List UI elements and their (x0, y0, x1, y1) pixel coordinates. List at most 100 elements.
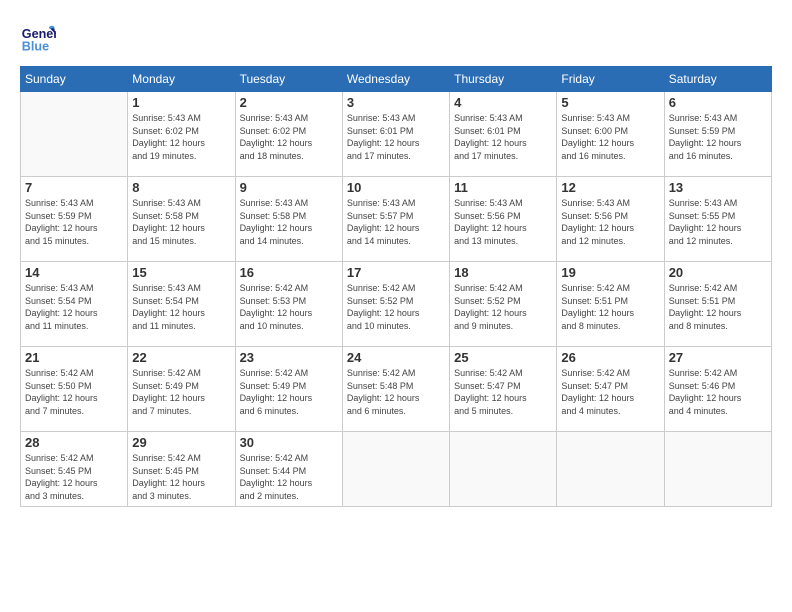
day-info: Sunrise: 5:43 AM Sunset: 6:00 PM Dayligh… (561, 112, 659, 162)
day-info: Sunrise: 5:42 AM Sunset: 5:45 PM Dayligh… (25, 452, 123, 502)
calendar-cell: 17Sunrise: 5:42 AM Sunset: 5:52 PM Dayli… (342, 262, 449, 347)
calendar-week-row: 21Sunrise: 5:42 AM Sunset: 5:50 PM Dayli… (21, 347, 772, 432)
calendar-cell: 8 Sunrise: 5:43 AM Sunset: 5:58 PM Daylig… (128, 177, 235, 262)
calendar-week-row: 14 Sunrise: 5:43 AM Sunset: 5:54 PM Dayli… (21, 262, 772, 347)
weekday-header: Tuesday (235, 67, 342, 92)
day-info: Sunrise: 5:42 AM Sunset: 5:47 PM Dayligh… (454, 367, 552, 417)
calendar-cell: 15 Sunrise: 5:43 AM Sunset: 5:54 PM Dayli… (128, 262, 235, 347)
calendar-week-row: 28 Sunrise: 5:42 AM Sunset: 5:45 PM Dayli… (21, 432, 772, 507)
day-number: 6 (669, 95, 767, 110)
calendar-cell: 23Sunrise: 5:42 AM Sunset: 5:49 PM Dayli… (235, 347, 342, 432)
calendar-cell: 29Sunrise: 5:42 AM Sunset: 5:45 PM Dayli… (128, 432, 235, 507)
day-number: 19 (561, 265, 659, 280)
day-number: 22 (132, 350, 230, 365)
calendar-cell: 20 Sunrise: 5:42 AM Sunset: 5:51 PM Dayli… (664, 262, 771, 347)
day-info: Sunrise: 5:42 AM Sunset: 5:49 PM Dayligh… (132, 367, 230, 417)
day-number: 11 (454, 180, 552, 195)
day-number: 5 (561, 95, 659, 110)
calendar-cell (342, 432, 449, 507)
day-number: 16 (240, 265, 338, 280)
day-number: 18 (454, 265, 552, 280)
calendar-cell: 1Sunrise: 5:43 AM Sunset: 6:02 PM Daylig… (128, 92, 235, 177)
weekday-header: Sunday (21, 67, 128, 92)
svg-text:Blue: Blue (22, 40, 49, 54)
day-number: 28 (25, 435, 123, 450)
day-info: Sunrise: 5:43 AM Sunset: 6:01 PM Dayligh… (347, 112, 445, 162)
day-number: 14 (25, 265, 123, 280)
day-info: Sunrise: 5:43 AM Sunset: 5:54 PM Dayligh… (132, 282, 230, 332)
day-number: 26 (561, 350, 659, 365)
calendar-cell: 12 Sunrise: 5:43 AM Sunset: 5:56 PM Dayli… (557, 177, 664, 262)
calendar-cell (557, 432, 664, 507)
day-number: 3 (347, 95, 445, 110)
calendar-header: SundayMondayTuesdayWednesdayThursdayFrid… (21, 67, 772, 92)
calendar-week-row: 1Sunrise: 5:43 AM Sunset: 6:02 PM Daylig… (21, 92, 772, 177)
calendar-cell: 9 Sunrise: 5:43 AM Sunset: 5:58 PM Daylig… (235, 177, 342, 262)
day-number: 10 (347, 180, 445, 195)
day-info: Sunrise: 5:43 AM Sunset: 5:56 PM Dayligh… (561, 197, 659, 247)
weekday-header: Friday (557, 67, 664, 92)
calendar-cell: 3 Sunrise: 5:43 AM Sunset: 6:01 PM Daylig… (342, 92, 449, 177)
day-number: 12 (561, 180, 659, 195)
weekday-header: Thursday (450, 67, 557, 92)
day-info: Sunrise: 5:42 AM Sunset: 5:46 PM Dayligh… (669, 367, 767, 417)
calendar-cell: 21Sunrise: 5:42 AM Sunset: 5:50 PM Dayli… (21, 347, 128, 432)
day-number: 25 (454, 350, 552, 365)
day-number: 20 (669, 265, 767, 280)
day-info: Sunrise: 5:43 AM Sunset: 5:56 PM Dayligh… (454, 197, 552, 247)
calendar-cell: 22 Sunrise: 5:42 AM Sunset: 5:49 PM Dayli… (128, 347, 235, 432)
logo: General Blue (20, 20, 56, 56)
day-info: Sunrise: 5:42 AM Sunset: 5:51 PM Dayligh… (561, 282, 659, 332)
calendar-cell: 14 Sunrise: 5:43 AM Sunset: 5:54 PM Dayli… (21, 262, 128, 347)
day-info: Sunrise: 5:42 AM Sunset: 5:49 PM Dayligh… (240, 367, 338, 417)
day-number: 21 (25, 350, 123, 365)
calendar-cell: 30 Sunrise: 5:42 AM Sunset: 5:44 PM Dayli… (235, 432, 342, 507)
day-number: 24 (347, 350, 445, 365)
day-info: Sunrise: 5:43 AM Sunset: 5:59 PM Dayligh… (25, 197, 123, 247)
day-info: Sunrise: 5:42 AM Sunset: 5:53 PM Dayligh… (240, 282, 338, 332)
day-info: Sunrise: 5:43 AM Sunset: 5:58 PM Dayligh… (240, 197, 338, 247)
calendar-cell: 27Sunrise: 5:42 AM Sunset: 5:46 PM Dayli… (664, 347, 771, 432)
calendar-cell: 4 Sunrise: 5:43 AM Sunset: 6:01 PM Daylig… (450, 92, 557, 177)
day-info: Sunrise: 5:43 AM Sunset: 6:02 PM Dayligh… (132, 112, 230, 162)
calendar-cell: 11 Sunrise: 5:43 AM Sunset: 5:56 PM Dayli… (450, 177, 557, 262)
day-info: Sunrise: 5:42 AM Sunset: 5:47 PM Dayligh… (561, 367, 659, 417)
calendar-cell: 18Sunrise: 5:42 AM Sunset: 5:52 PM Dayli… (450, 262, 557, 347)
day-info: Sunrise: 5:43 AM Sunset: 6:01 PM Dayligh… (454, 112, 552, 162)
calendar-cell: 7Sunrise: 5:43 AM Sunset: 5:59 PM Daylig… (21, 177, 128, 262)
calendar-cell: 13Sunrise: 5:43 AM Sunset: 5:55 PM Dayli… (664, 177, 771, 262)
weekday-header: Saturday (664, 67, 771, 92)
calendar-cell (450, 432, 557, 507)
day-info: Sunrise: 5:42 AM Sunset: 5:52 PM Dayligh… (347, 282, 445, 332)
day-info: Sunrise: 5:42 AM Sunset: 5:45 PM Dayligh… (132, 452, 230, 502)
page-header: General Blue (20, 20, 772, 56)
day-number: 4 (454, 95, 552, 110)
day-number: 2 (240, 95, 338, 110)
calendar: SundayMondayTuesdayWednesdayThursdayFrid… (20, 66, 772, 507)
calendar-cell: 28 Sunrise: 5:42 AM Sunset: 5:45 PM Dayli… (21, 432, 128, 507)
day-number: 8 (132, 180, 230, 195)
calendar-cell (664, 432, 771, 507)
weekday-header: Wednesday (342, 67, 449, 92)
calendar-cell: 24 Sunrise: 5:42 AM Sunset: 5:48 PM Dayli… (342, 347, 449, 432)
day-info: Sunrise: 5:43 AM Sunset: 5:54 PM Dayligh… (25, 282, 123, 332)
calendar-cell: 25 Sunrise: 5:42 AM Sunset: 5:47 PM Dayli… (450, 347, 557, 432)
day-number: 9 (240, 180, 338, 195)
calendar-cell: 5 Sunrise: 5:43 AM Sunset: 6:00 PM Daylig… (557, 92, 664, 177)
day-info: Sunrise: 5:43 AM Sunset: 5:57 PM Dayligh… (347, 197, 445, 247)
calendar-cell: 6 Sunrise: 5:43 AM Sunset: 5:59 PM Daylig… (664, 92, 771, 177)
day-number: 30 (240, 435, 338, 450)
calendar-cell: 16 Sunrise: 5:42 AM Sunset: 5:53 PM Dayli… (235, 262, 342, 347)
day-info: Sunrise: 5:42 AM Sunset: 5:48 PM Dayligh… (347, 367, 445, 417)
day-info: Sunrise: 5:42 AM Sunset: 5:51 PM Dayligh… (669, 282, 767, 332)
calendar-cell: 10 Sunrise: 5:43 AM Sunset: 5:57 PM Dayli… (342, 177, 449, 262)
day-info: Sunrise: 5:43 AM Sunset: 5:58 PM Dayligh… (132, 197, 230, 247)
day-info: Sunrise: 5:43 AM Sunset: 6:02 PM Dayligh… (240, 112, 338, 162)
day-number: 13 (669, 180, 767, 195)
day-info: Sunrise: 5:43 AM Sunset: 5:59 PM Dayligh… (669, 112, 767, 162)
day-number: 15 (132, 265, 230, 280)
day-info: Sunrise: 5:42 AM Sunset: 5:44 PM Dayligh… (240, 452, 338, 502)
calendar-cell (21, 92, 128, 177)
calendar-week-row: 7Sunrise: 5:43 AM Sunset: 5:59 PM Daylig… (21, 177, 772, 262)
weekday-header: Monday (128, 67, 235, 92)
